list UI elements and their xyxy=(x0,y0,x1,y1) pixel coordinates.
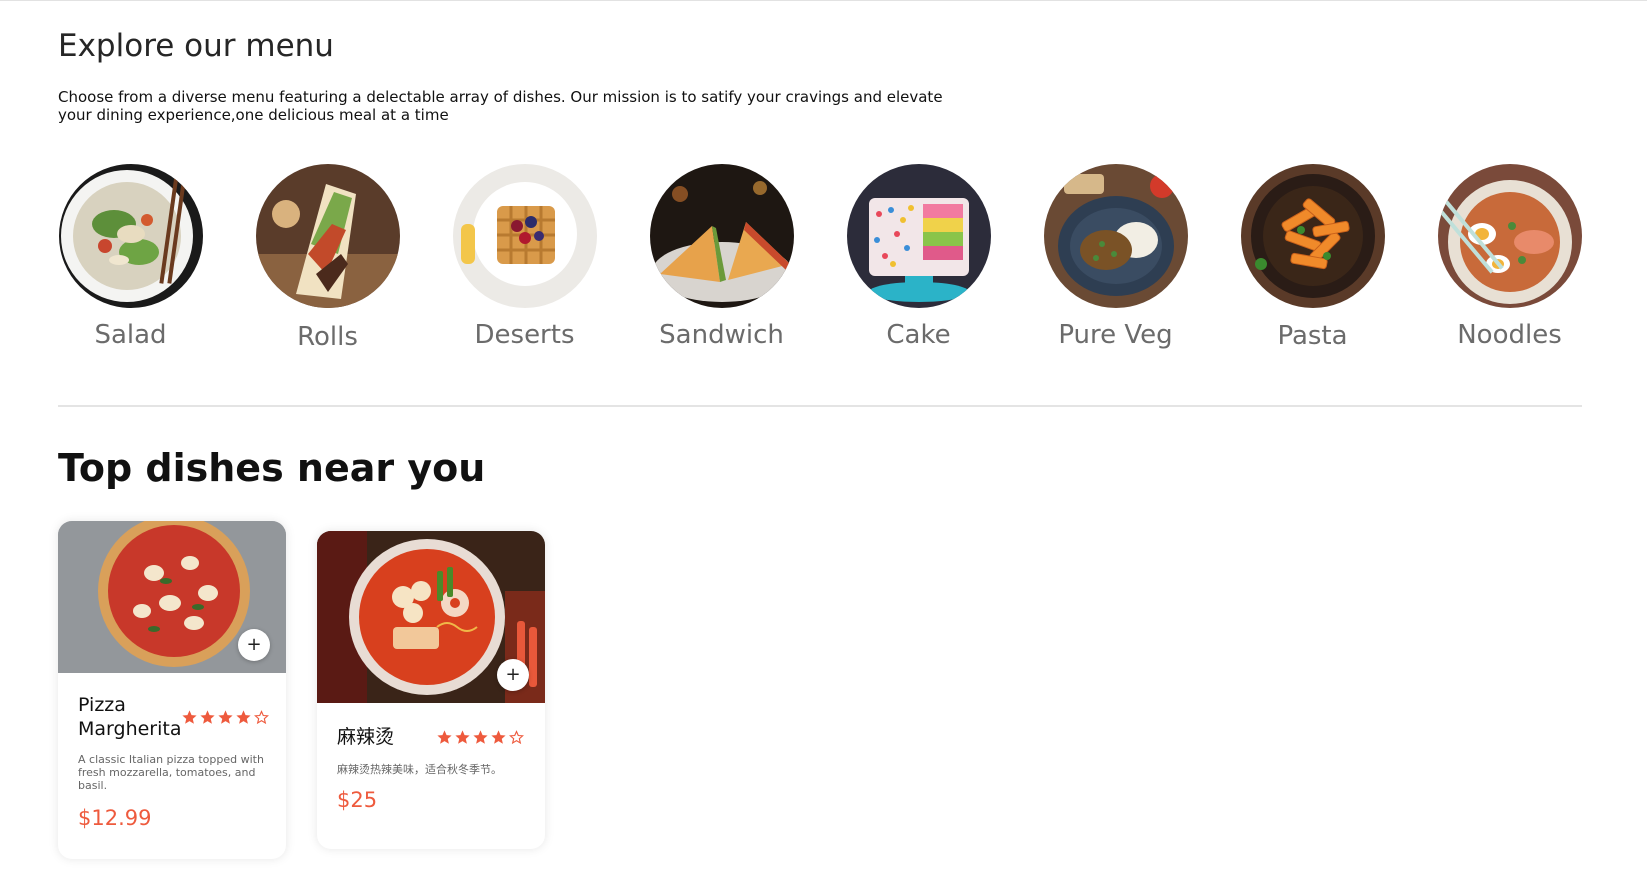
dish-description: A classic Italian pizza topped with fres… xyxy=(78,753,264,792)
menu-label: Noodles xyxy=(1457,320,1562,350)
dish-image: + xyxy=(58,521,286,673)
menu-label: Pasta xyxy=(1277,321,1348,351)
menu-item-cake[interactable]: Cake xyxy=(846,164,991,350)
rating-stars xyxy=(436,729,525,746)
page: Explore our menu Choose from a diverse m… xyxy=(0,0,1647,878)
top-border xyxy=(0,0,1647,1)
star-filled-icon xyxy=(437,729,452,744)
star-filled-icon xyxy=(455,729,470,744)
dish-description: 麻辣烫热辣美味，适合秋冬季节。 xyxy=(337,763,502,776)
menu-label: Rolls xyxy=(297,322,358,352)
pure-veg-image xyxy=(1043,164,1188,308)
star-filled-icon xyxy=(473,729,488,744)
explore-title: Explore our menu xyxy=(58,28,334,64)
star-empty-icon xyxy=(254,709,270,724)
menu-list: Salad Rolls Deserts Sandwich Cake Pure V… xyxy=(58,164,1583,364)
menu-item-rolls[interactable]: Rolls xyxy=(255,164,400,352)
menu-label: Deserts xyxy=(474,320,575,350)
menu-label: Cake xyxy=(886,320,951,350)
star-empty-icon xyxy=(509,729,524,744)
dish-info: 麻辣烫 麻辣烫热辣美味，适合秋冬季节。 $25 xyxy=(317,703,545,828)
dish-price: $12.99 xyxy=(78,806,152,830)
dish-name: Pizza Margherita xyxy=(78,694,182,740)
star-filled-icon xyxy=(491,729,506,744)
dish-image: + xyxy=(317,531,545,703)
menu-item-deserts[interactable]: Deserts xyxy=(452,164,597,350)
star-filled-icon xyxy=(236,709,252,724)
dish-name: 麻辣烫 xyxy=(337,726,395,748)
add-to-cart-button[interactable]: + xyxy=(238,629,270,661)
star-filled-icon xyxy=(218,709,234,724)
menu-label: Pure Veg xyxy=(1058,320,1173,350)
menu-label: Sandwich xyxy=(659,320,784,350)
dish-card: + Pizza Margherita A classic Italian piz… xyxy=(58,521,286,859)
dish-price: $25 xyxy=(337,788,378,812)
star-filled-icon xyxy=(182,709,198,724)
menu-item-noodles[interactable]: Noodles xyxy=(1437,164,1582,350)
menu-item-salad[interactable]: Salad xyxy=(58,164,203,350)
menu-item-pure-veg[interactable]: Pure Veg xyxy=(1043,164,1188,350)
dish-info: Pizza Margherita A classic Italian pizza… xyxy=(58,673,286,846)
star-filled-icon xyxy=(200,709,216,724)
pasta-image xyxy=(1240,164,1385,308)
cake-image xyxy=(846,164,991,308)
rating-stars xyxy=(181,709,270,726)
salad-image xyxy=(58,164,203,308)
section-divider xyxy=(58,405,1582,407)
menu-item-sandwich[interactable]: Sandwich xyxy=(649,164,794,350)
rolls-image xyxy=(255,164,400,308)
sandwich-image xyxy=(649,164,794,308)
deserts-image xyxy=(452,164,597,308)
noodles-image xyxy=(1437,164,1582,308)
add-to-cart-button[interactable]: + xyxy=(497,659,529,691)
explore-description: Choose from a diverse menu featuring a d… xyxy=(58,88,943,124)
menu-item-pasta[interactable]: Pasta xyxy=(1240,164,1385,351)
top-dishes-title: Top dishes near you xyxy=(58,446,486,490)
menu-label: Salad xyxy=(94,320,167,350)
dish-card: + 麻辣烫 麻辣烫热辣美味，适合秋冬季节。 $25 xyxy=(317,531,545,849)
